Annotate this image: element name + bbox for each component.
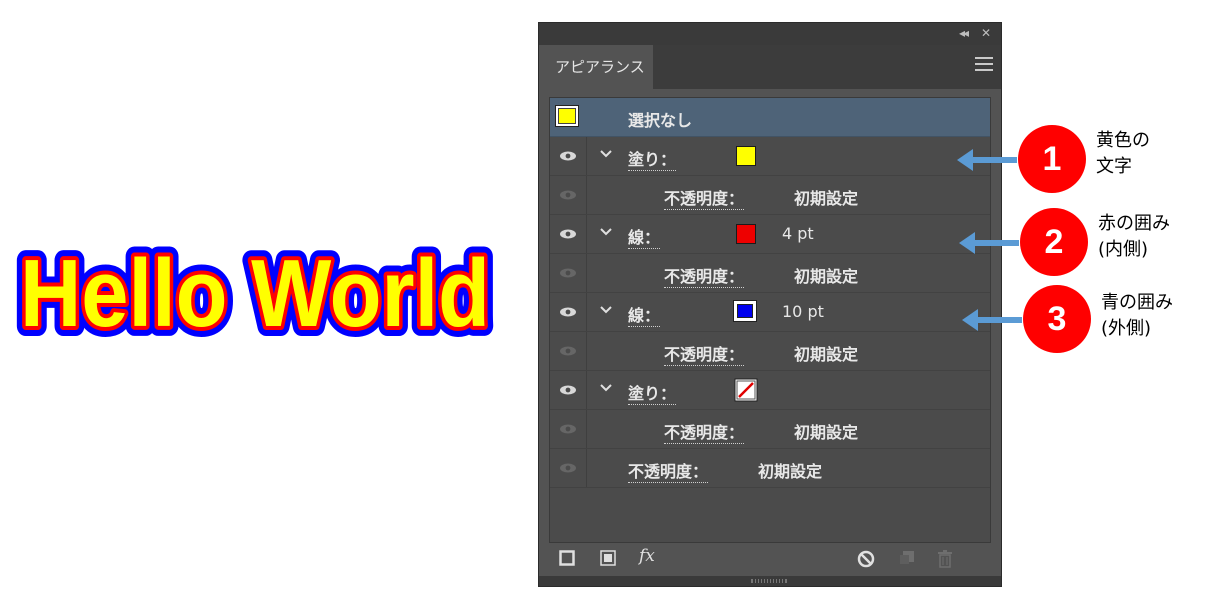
opacity-label[interactable]: 不透明度： xyxy=(628,462,709,483)
stroke-row[interactable]: 線： 10 pt xyxy=(550,293,990,332)
annotation-note: 黄色の 文字 xyxy=(1096,130,1150,177)
header-swatch[interactable] xyxy=(555,105,579,127)
panel-tab-bar: アピアランス xyxy=(539,45,1001,89)
stroke-label[interactable]: 線： xyxy=(628,306,661,327)
fill-label[interactable]: 塗り： xyxy=(628,150,677,171)
tab-appearance[interactable]: アピアランス xyxy=(539,45,653,89)
stroke-weight[interactable]: 4 pt xyxy=(782,224,814,243)
fill-row[interactable]: 塗り： xyxy=(550,137,990,176)
stroke-row[interactable]: 線： 4 pt xyxy=(550,215,990,254)
opacity-value: 初期設定 xyxy=(794,345,859,364)
opacity-row[interactable]: 不透明度： 初期設定 xyxy=(550,332,990,371)
add-stroke-icon[interactable] xyxy=(559,550,575,566)
no-fill-swatch-icon[interactable] xyxy=(734,378,758,402)
fill-text: Hello World xyxy=(20,240,490,347)
eye-icon[interactable] xyxy=(559,424,577,434)
fill-row[interactable]: 塗り： xyxy=(550,371,990,410)
opacity-value: 初期設定 xyxy=(794,423,859,442)
opacity-row[interactable]: 不透明度： 初期設定 xyxy=(550,176,990,215)
chevron-down-icon[interactable] xyxy=(600,383,612,393)
duplicate-item-icon[interactable] xyxy=(899,550,915,566)
stroke-swatch[interactable] xyxy=(733,300,757,322)
eye-icon[interactable] xyxy=(559,190,577,200)
trash-icon[interactable] xyxy=(937,550,953,568)
stroke-label[interactable]: 線： xyxy=(628,228,661,249)
pointer-arrow xyxy=(957,149,1017,171)
opacity-label[interactable]: 不透明度： xyxy=(664,267,745,288)
number-badge: 3 xyxy=(1023,285,1091,353)
pointer-arrow xyxy=(959,232,1019,254)
close-panel-icon[interactable]: ✕ xyxy=(981,26,991,40)
number-badge: 1 xyxy=(1018,125,1086,193)
opacity-label[interactable]: 不透明度： xyxy=(664,423,745,444)
clear-appearance-icon[interactable] xyxy=(857,550,875,568)
panel-resize-grip[interactable] xyxy=(539,576,1001,586)
appearance-list: 選択なし 塗り： 不透明度： 初期設定 線： 4 pt 不透明度： 初期設定 線… xyxy=(549,97,991,543)
stroke-swatch[interactable] xyxy=(736,224,756,244)
chevron-down-icon[interactable] xyxy=(600,227,612,237)
selection-header-row[interactable]: 選択なし xyxy=(550,98,990,137)
eye-icon[interactable] xyxy=(559,463,577,473)
eye-icon[interactable] xyxy=(559,268,577,278)
fill-swatch[interactable] xyxy=(736,146,756,166)
eye-icon[interactable] xyxy=(559,307,577,317)
opacity-label[interactable]: 不透明度： xyxy=(664,345,745,366)
number-badge: 2 xyxy=(1020,208,1088,276)
object-opacity-row[interactable]: 不透明度： 初期設定 xyxy=(550,449,990,488)
appearance-panel: ◂◂ ✕ アピアランス 選択なし 塗り： 不透明度： 初期設定 線： 4 pt … xyxy=(538,22,1002,587)
chevron-down-icon[interactable] xyxy=(600,305,612,315)
annotation-note: 青の囲み (外側) xyxy=(1101,292,1173,339)
opacity-value: 初期設定 xyxy=(758,462,823,481)
fx-icon[interactable]: fx xyxy=(639,546,655,566)
eye-icon[interactable] xyxy=(559,346,577,356)
opacity-label[interactable]: 不透明度： xyxy=(664,189,745,210)
chevron-down-icon[interactable] xyxy=(600,149,612,159)
opacity-value: 初期設定 xyxy=(794,267,859,286)
hello-world-artwork: Hello World Hello World Hello World xyxy=(10,230,500,357)
opacity-value: 初期設定 xyxy=(794,189,859,208)
opacity-row[interactable]: 不透明度： 初期設定 xyxy=(550,254,990,293)
yellow-swatch xyxy=(558,108,576,124)
eye-icon[interactable] xyxy=(559,151,577,161)
add-fill-icon[interactable] xyxy=(600,550,616,566)
opacity-row[interactable]: 不透明度： 初期設定 xyxy=(550,410,990,449)
eye-icon[interactable] xyxy=(559,229,577,239)
panel-bottom-toolbar: fx xyxy=(539,540,1001,576)
collapse-panel-icon[interactable]: ◂◂ xyxy=(959,26,969,40)
eye-icon[interactable] xyxy=(559,385,577,395)
annotation-note: 赤の囲み (内側) xyxy=(1098,213,1170,260)
stroke-weight[interactable]: 10 pt xyxy=(782,302,824,321)
fill-label[interactable]: 塗り： xyxy=(628,384,677,405)
selection-label: 選択なし xyxy=(628,111,693,130)
panel-title-bar: ◂◂ ✕ xyxy=(539,23,1001,45)
blue-swatch xyxy=(737,304,753,318)
panel-menu-icon[interactable] xyxy=(975,57,993,71)
pointer-arrow xyxy=(962,309,1022,331)
